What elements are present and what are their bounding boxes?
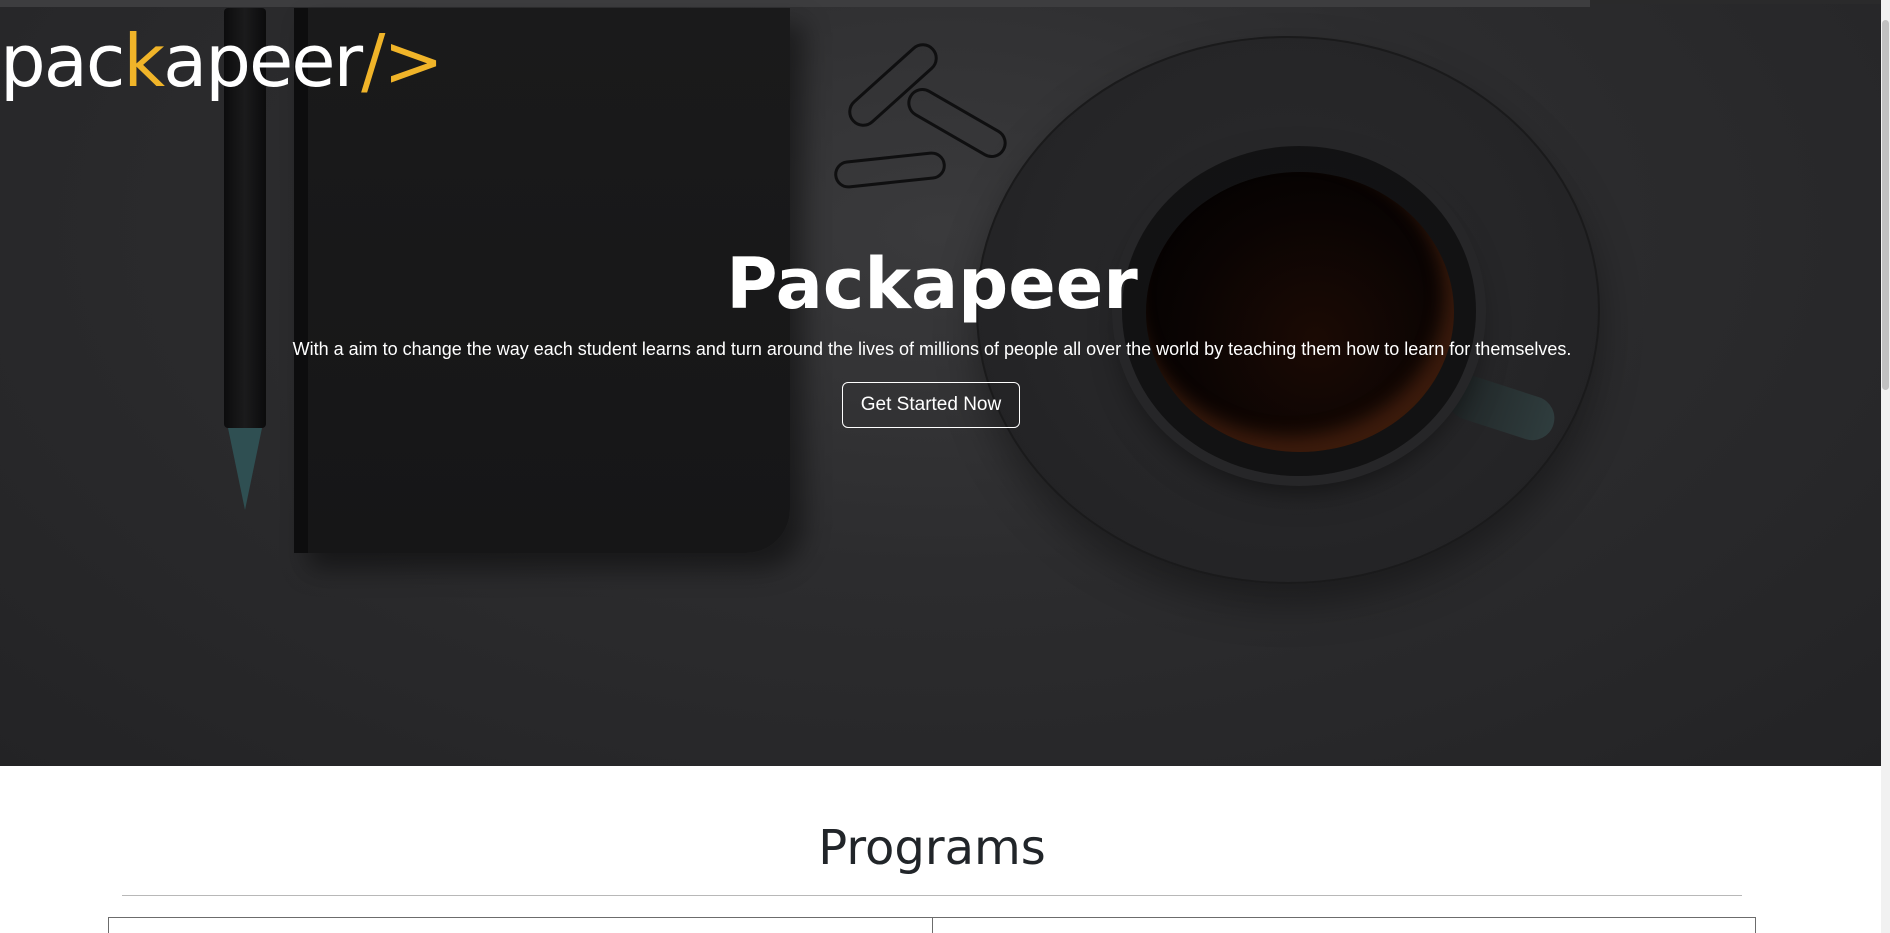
- paper-clip-image: [832, 150, 948, 190]
- programs-divider: [122, 895, 1742, 896]
- logo-accent-left: k: [123, 19, 165, 103]
- get-started-button[interactable]: Get Started Now: [842, 382, 1020, 428]
- programs-grid: [108, 917, 1756, 933]
- hero-title: Packapeer: [726, 243, 1138, 325]
- hero-subtitle: With a aim to change the way each studen…: [292, 339, 1572, 359]
- pen-tip-image: [228, 428, 262, 510]
- logo-text-part2: apeer: [163, 19, 363, 103]
- scrollbar-thumb[interactable]: [1882, 20, 1889, 390]
- page: pac k apeer /> Packapeer With a aim to c…: [0, 0, 1890, 933]
- programs-title: Programs: [818, 820, 1046, 876]
- paper-clip-image: [901, 82, 1013, 164]
- brand-logo[interactable]: pac k apeer />: [0, 18, 444, 104]
- program-card[interactable]: [931, 918, 1756, 933]
- logo-accent-right: />: [361, 19, 444, 103]
- logo-text-part1: pac: [0, 19, 125, 103]
- hero-section: pac k apeer /> Packapeer With a aim to c…: [0, 0, 1881, 766]
- top-bar: [0, 0, 1590, 7]
- program-card[interactable]: [109, 918, 932, 933]
